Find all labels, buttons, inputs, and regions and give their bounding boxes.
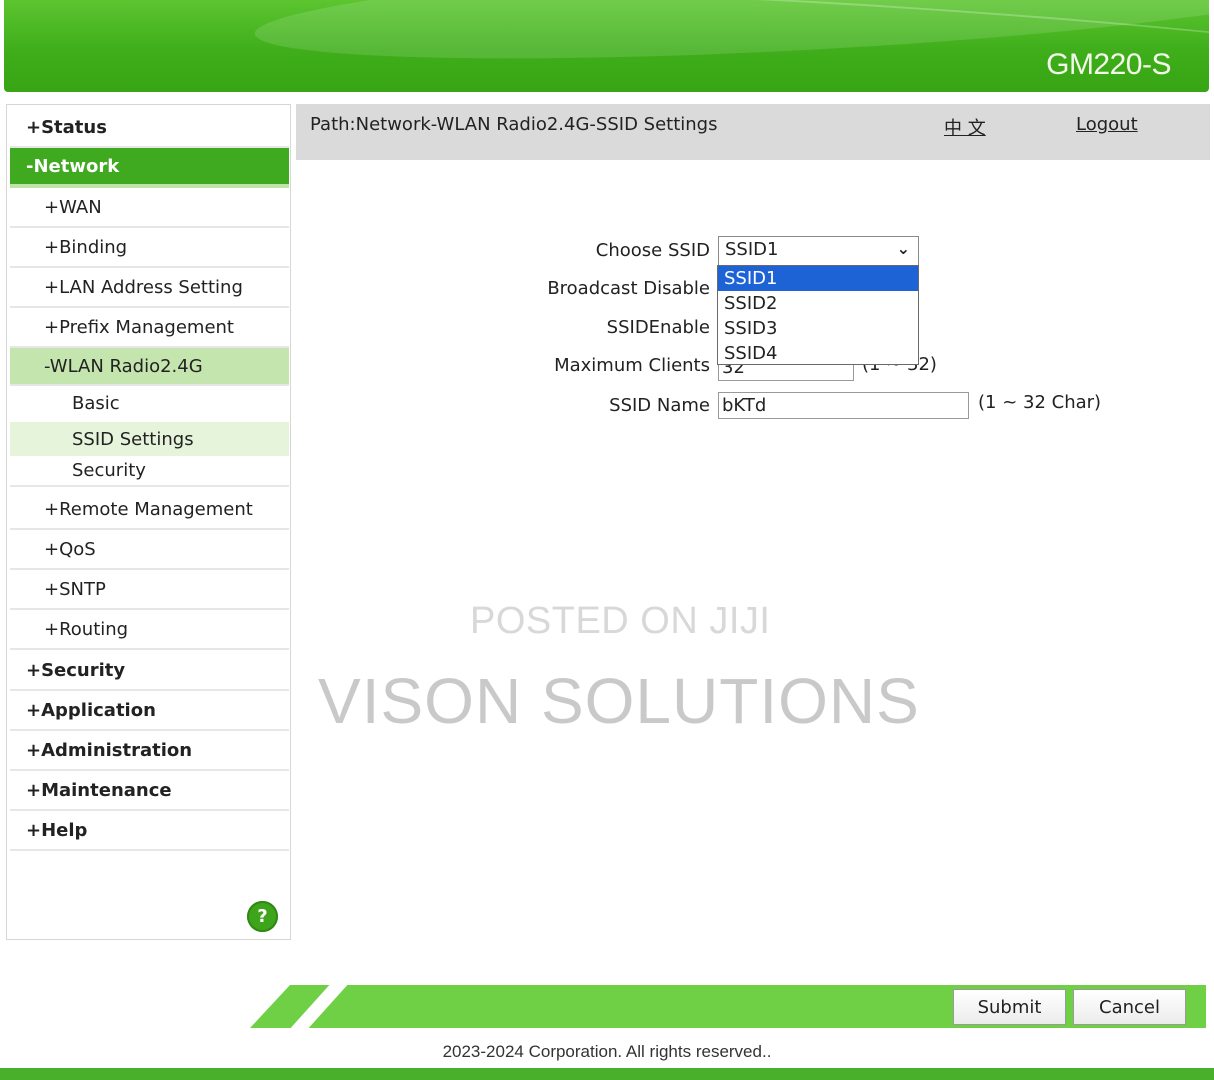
ssid-enable-label: SSIDEnable [606, 317, 710, 338]
choose-ssid-label: Choose SSID [595, 240, 710, 261]
submit-button[interactable]: Submit [953, 989, 1066, 1025]
cancel-button[interactable]: Cancel [1073, 989, 1186, 1025]
ssid-option-4[interactable]: SSID4 [718, 341, 918, 366]
sidebar-item-binding[interactable]: +Binding [10, 228, 289, 268]
help-icon[interactable]: ? [247, 901, 278, 932]
sidebar-item-wlan-radio-2-4g[interactable]: -WLAN Radio2.4G [10, 348, 289, 386]
sidebar-item-help[interactable]: +Help [10, 811, 289, 851]
sidebar-item-sntp[interactable]: +SNTP [10, 570, 289, 610]
sidebar-item-security-wlan[interactable]: Security [10, 455, 289, 487]
ssid-name-hint: (1 ~ 32 Char) [978, 392, 1102, 413]
sidebar-item-routing[interactable]: +Routing [10, 610, 289, 650]
sidebar-item-maintenance[interactable]: +Maintenance [10, 771, 289, 811]
ssid-option-1[interactable]: SSID1 [718, 266, 918, 291]
footer-bar [0, 1068, 1214, 1080]
language-link[interactable]: 中 文 [944, 114, 986, 140]
action-bar-stripe [290, 985, 348, 1028]
sidebar-item-ssid-settings[interactable]: SSID Settings [10, 422, 289, 456]
sidebar-item-remote-management[interactable]: +Remote Management [10, 490, 289, 530]
sidebar-item-security[interactable]: +Security [10, 651, 289, 691]
choose-ssid-value: SSID1 [725, 239, 779, 260]
choose-ssid-select[interactable]: SSID1 ⌄ [718, 236, 919, 266]
breadcrumb-bar: Path:Network-WLAN Radio2.4G-SSID Setting… [296, 104, 1210, 160]
header-banner: GM220-S [4, 0, 1209, 92]
ssid-option-3[interactable]: SSID3 [718, 316, 918, 341]
ssid-dropdown-list: SSID1 SSID2 SSID3 SSID4 [717, 265, 919, 365]
sidebar-item-application[interactable]: +Application [10, 691, 289, 731]
sidebar-item-basic[interactable]: Basic [10, 386, 289, 420]
copyright-text: 2023-2024 Corporation. All rights reserv… [442, 1042, 772, 1061]
sidebar-item-administration[interactable]: +Administration [10, 731, 289, 771]
sidebar-item-status[interactable]: +Status [10, 108, 289, 148]
ssid-name-label: SSID Name [609, 395, 710, 416]
broadcast-disable-label: Broadcast Disable [547, 278, 710, 299]
sidebar-item-lan-address-setting[interactable]: +LAN Address Setting [10, 268, 289, 308]
breadcrumb: Path:Network-WLAN Radio2.4G-SSID Setting… [310, 114, 718, 135]
sidebar-item-wan[interactable]: +WAN [10, 188, 289, 228]
sidebar-item-prefix-management[interactable]: +Prefix Management [10, 308, 289, 348]
max-clients-label: Maximum Clients [554, 355, 710, 376]
chevron-down-icon: ⌄ [896, 239, 910, 258]
ssid-name-input[interactable] [718, 392, 969, 419]
sidebar-item-network[interactable]: -Network [10, 148, 289, 188]
sidebar-nav: +Status -Network +WAN +Binding +LAN Addr… [6, 104, 291, 940]
sidebar-item-qos[interactable]: +QoS [10, 530, 289, 570]
logout-link[interactable]: Logout [1076, 114, 1138, 135]
ssid-option-2[interactable]: SSID2 [718, 291, 918, 316]
watermark-line-2: VISON SOLUTIONS [318, 665, 920, 737]
device-model: GM220-S [1046, 48, 1171, 81]
watermark-line-1: POSTED ON JIJI [470, 600, 771, 642]
